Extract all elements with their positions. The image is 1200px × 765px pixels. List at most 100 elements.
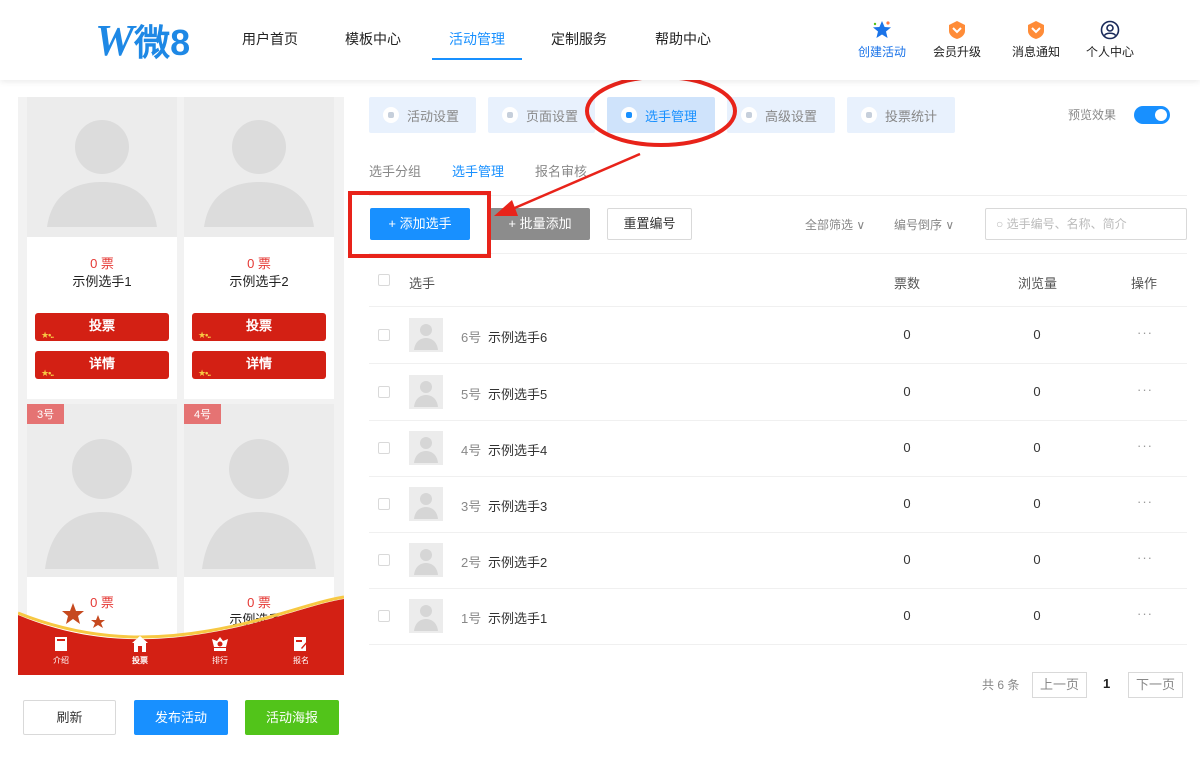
subtab-signup-review[interactable]: 报名审核	[535, 161, 587, 180]
table-row: 4号 示例选手4 0 0 ···	[369, 420, 1187, 477]
player-views: 0	[1033, 496, 1041, 511]
bottom-nav-intro[interactable]: 介绍	[36, 635, 86, 666]
player-views: 0	[1033, 327, 1041, 342]
header-views: 浏览量	[1018, 276, 1058, 291]
player-votes: 0	[903, 552, 911, 567]
bottom-nav-signup[interactable]: 报名	[276, 635, 326, 666]
more-actions-icon[interactable]: ···	[1137, 438, 1153, 453]
row-checkbox[interactable]	[378, 329, 390, 341]
edit-form-icon	[294, 637, 309, 651]
row-checkbox[interactable]	[378, 554, 390, 566]
filter-all-dropdown[interactable]: 全部筛选 ∨	[805, 216, 865, 233]
person-silhouette-icon	[204, 120, 314, 227]
more-actions-icon[interactable]: ···	[1137, 494, 1153, 509]
avatar-placeholder: 3号	[27, 404, 177, 577]
more-actions-icon[interactable]: ···	[1137, 550, 1153, 565]
detail-button-label: 详情	[245, 356, 272, 371]
book-icon	[55, 637, 67, 651]
next-page-button[interactable]: 下一页	[1128, 672, 1183, 698]
row-checkbox[interactable]	[378, 386, 390, 398]
stars-decoration-icon: ★•..	[198, 330, 211, 340]
activity-poster-button[interactable]: 活动海报	[245, 700, 339, 735]
current-page[interactable]: 1	[1103, 676, 1110, 691]
vote-button-label: 投票	[245, 318, 272, 333]
person-silhouette-icon	[47, 120, 157, 227]
tab-activity-settings[interactable]: 活动设置	[369, 97, 476, 133]
person-silhouette-icon	[45, 439, 159, 569]
refresh-button[interactable]: 刷新	[23, 700, 116, 735]
prev-page-button[interactable]: 上一页	[1032, 672, 1087, 698]
player-number: 6号	[461, 330, 482, 345]
bell-icon	[1028, 21, 1044, 39]
nav-custom-service[interactable]: 定制服务	[551, 0, 607, 80]
vote-button[interactable]: ★•.. 投票	[192, 313, 326, 341]
tab-label: 活动设置	[407, 108, 460, 124]
header-player: 选手	[409, 276, 436, 291]
logo-text: 微8	[134, 22, 191, 63]
site-logo[interactable]: W 微8	[95, 16, 190, 65]
create-activity-button[interactable]: 创建活动	[847, 20, 917, 60]
player-name: 示例选手1	[488, 611, 548, 626]
tab-advanced-settings[interactable]: 高级设置	[727, 97, 835, 133]
avatar-placeholder: 4号	[184, 404, 334, 577]
create-activity-label: 创建活动	[857, 45, 906, 59]
table-row: 2号 示例选手2 0 0 ···	[369, 532, 1187, 589]
preview-effect-toggle[interactable]	[1134, 106, 1170, 124]
detail-button[interactable]: ★•.. 详情	[35, 351, 169, 379]
notifications-label: 消息通知	[1011, 45, 1060, 59]
row-checkbox[interactable]	[378, 442, 390, 454]
select-all-checkbox[interactable]	[378, 274, 390, 286]
subtab-player-management[interactable]: 选手管理	[452, 161, 504, 180]
notifications-button[interactable]: 消息通知	[1001, 20, 1071, 60]
row-checkbox[interactable]	[378, 610, 390, 622]
search-input[interactable]: ○ 选手编号、名称、简介	[985, 208, 1187, 240]
batch-add-button[interactable]: + 批量添加	[490, 208, 590, 240]
rank-badge-icon	[212, 637, 228, 651]
more-actions-icon[interactable]: ···	[1137, 606, 1153, 621]
search-icon: ○	[996, 217, 1004, 231]
tab-page-settings[interactable]: 页面设置	[488, 97, 595, 133]
player-name: 示例选手5	[488, 387, 548, 402]
player-thumbnail	[409, 318, 443, 352]
nav-activity-management[interactable]: 活动管理	[449, 0, 505, 80]
sort-label: 编号倒序	[894, 218, 943, 232]
reset-numbering-button[interactable]: 重置编号	[607, 208, 692, 240]
stars-decoration-icon: ★•..	[198, 368, 211, 378]
player-icon	[621, 107, 637, 123]
nav-template-center[interactable]: 模板中心	[345, 0, 401, 80]
card-votes: 0 票	[90, 256, 114, 271]
person-silhouette-icon	[414, 605, 438, 631]
player-number: 5号	[461, 387, 482, 402]
player-number: 1号	[461, 611, 482, 626]
row-checkbox[interactable]	[378, 498, 390, 510]
card-name: 示例选手1	[72, 274, 132, 289]
player-name: 示例选手6	[488, 330, 548, 345]
bottom-nav-rank[interactable]: 排行	[195, 635, 245, 666]
sort-dropdown[interactable]: 编号倒序 ∨	[894, 216, 954, 233]
vote-button[interactable]: ★•.. 投票	[35, 313, 169, 341]
tab-vote-statistics[interactable]: 投票统计	[847, 97, 955, 133]
person-silhouette-icon	[414, 437, 438, 463]
nav-help-center[interactable]: 帮助中心	[655, 0, 711, 80]
detail-button[interactable]: ★•.. 详情	[192, 351, 326, 379]
membership-upgrade-button[interactable]: 会员升级	[922, 20, 992, 60]
player-votes: 0	[903, 440, 911, 455]
home-icon	[132, 636, 148, 652]
subtab-player-groups[interactable]: 选手分组	[369, 161, 421, 180]
bottom-nav-vote[interactable]: 投票	[115, 635, 165, 666]
person-silhouette-icon	[414, 493, 438, 519]
table-row: 1号 示例选手1 0 0 ···	[369, 588, 1187, 645]
tab-player-management[interactable]: 选手管理	[607, 97, 715, 133]
table-row: 3号 示例选手3 0 0 ···	[369, 476, 1187, 533]
personal-center-button[interactable]: 个人中心	[1075, 20, 1145, 60]
player-votes: 0	[903, 496, 911, 511]
publish-activity-button[interactable]: 发布活动	[134, 700, 228, 735]
add-player-button[interactable]: + 添加选手	[370, 208, 470, 240]
nav-user-home[interactable]: 用户首页	[242, 0, 298, 80]
player-thumbnail	[409, 375, 443, 409]
more-actions-icon[interactable]: ···	[1137, 382, 1153, 397]
membership-icon	[949, 21, 965, 39]
player-thumbnail	[409, 487, 443, 521]
more-actions-icon[interactable]: ···	[1137, 325, 1153, 340]
number-badge: 4号	[184, 404, 222, 424]
